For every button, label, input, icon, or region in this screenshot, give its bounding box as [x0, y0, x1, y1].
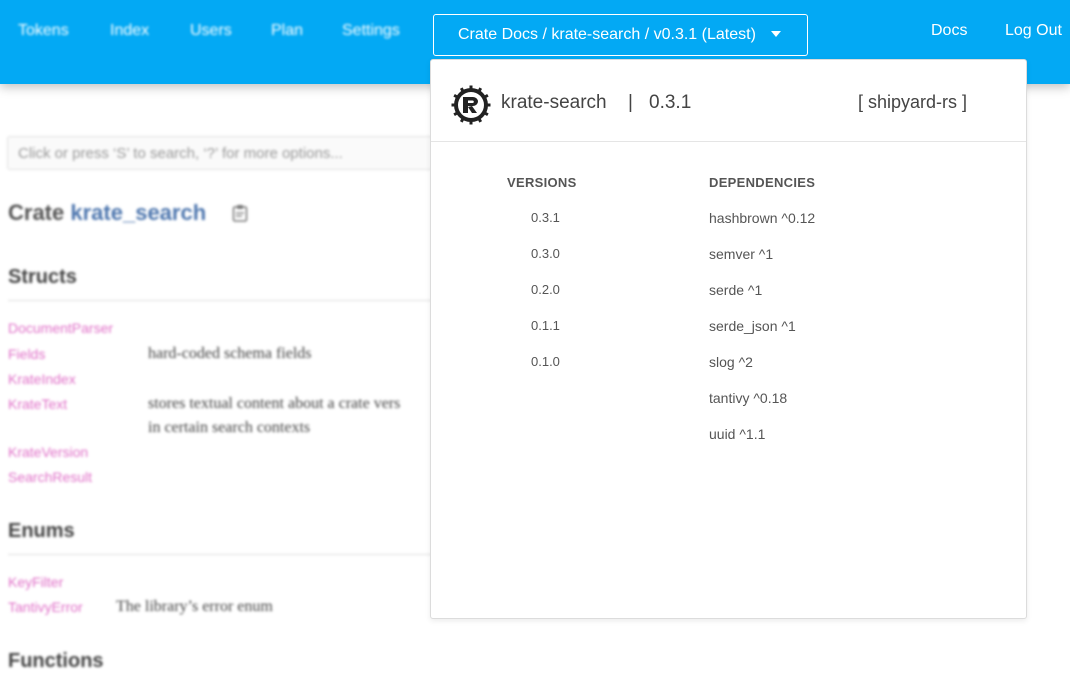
docs-search-input[interactable]: Click or press ‘S’ to search, ‘?’ for mo…: [7, 136, 437, 170]
versions-heading: VERSIONS: [507, 175, 577, 190]
dependency-link[interactable]: uuid ^1.1: [709, 426, 765, 442]
rust-logo-icon: [451, 85, 491, 125]
struct-link[interactable]: Fields: [8, 346, 45, 362]
crate-versions-panel: krate-search | 0.3.1 [ shipyard-rs ] VER…: [430, 59, 1027, 619]
crate-title-name: krate_search: [70, 200, 207, 225]
version-link[interactable]: 0.1.0: [531, 354, 560, 369]
registry-link[interactable]: [ shipyard-rs ]: [858, 92, 967, 113]
crate-title-prefix: Crate: [8, 200, 65, 225]
chevron-down-icon: [771, 31, 781, 37]
struct-link[interactable]: KrateIndex: [8, 371, 76, 387]
nav-docs[interactable]: Docs: [931, 22, 967, 40]
dependency-link[interactable]: semver ^1: [709, 246, 773, 262]
nav-index[interactable]: Index: [110, 22, 149, 40]
struct-link[interactable]: DocumentParser: [8, 320, 113, 336]
enum-link[interactable]: KeyFilter: [8, 574, 63, 590]
struct-description-cont: in certain search contexts: [148, 419, 311, 436]
panel-separator: |: [628, 92, 633, 113]
nav-settings[interactable]: Settings: [342, 22, 400, 40]
version-link[interactable]: 0.1.1: [531, 318, 560, 333]
struct-link[interactable]: SearchResult: [8, 469, 92, 485]
dependency-link[interactable]: serde ^1: [709, 282, 762, 298]
dependency-link[interactable]: slog ^2: [709, 354, 753, 370]
crate-docs-dropdown-button[interactable]: Crate Docs / krate-search / v0.3.1 (Late…: [433, 14, 808, 56]
nav-users[interactable]: Users: [190, 22, 232, 40]
enums-heading: Enums: [8, 520, 75, 542]
structs-heading: Structs: [8, 266, 77, 288]
struct-link[interactable]: KrateVersion: [8, 444, 88, 460]
panel-version: 0.3.1: [649, 92, 692, 113]
struct-link[interactable]: KrateText: [8, 396, 67, 412]
functions-heading: Functions: [8, 650, 104, 672]
panel-header: krate-search | 0.3.1 [ shipyard-rs ]: [431, 60, 1026, 142]
nav-tokens[interactable]: Tokens: [18, 22, 69, 40]
enum-link[interactable]: TantivyError: [8, 599, 83, 615]
version-link[interactable]: 0.3.1: [531, 210, 560, 225]
version-link[interactable]: 0.3.0: [531, 246, 560, 261]
divider: [8, 554, 438, 555]
panel-crate-name: krate-search: [501, 92, 607, 113]
crate-title: Crate krate_search: [8, 200, 206, 226]
dependency-link[interactable]: tantivy ^0.18: [709, 390, 787, 406]
clipboard-icon[interactable]: [232, 204, 248, 222]
dependency-link[interactable]: serde_json ^1: [709, 318, 796, 334]
version-link[interactable]: 0.2.0: [531, 282, 560, 297]
enum-description: The library’s error enum: [116, 598, 273, 615]
dependencies-heading: DEPENDENCIES: [709, 175, 816, 190]
struct-description: hard-coded schema fields: [148, 345, 312, 362]
struct-description: stores textual content about a crate ver…: [148, 395, 401, 412]
crate-docs-dropdown-label: Crate Docs / krate-search / v0.3.1 (Late…: [458, 26, 756, 43]
nav-log-out[interactable]: Log Out: [1005, 22, 1062, 40]
dependency-link[interactable]: hashbrown ^0.12: [709, 210, 815, 226]
divider: [8, 300, 438, 301]
nav-plan[interactable]: Plan: [271, 22, 303, 40]
